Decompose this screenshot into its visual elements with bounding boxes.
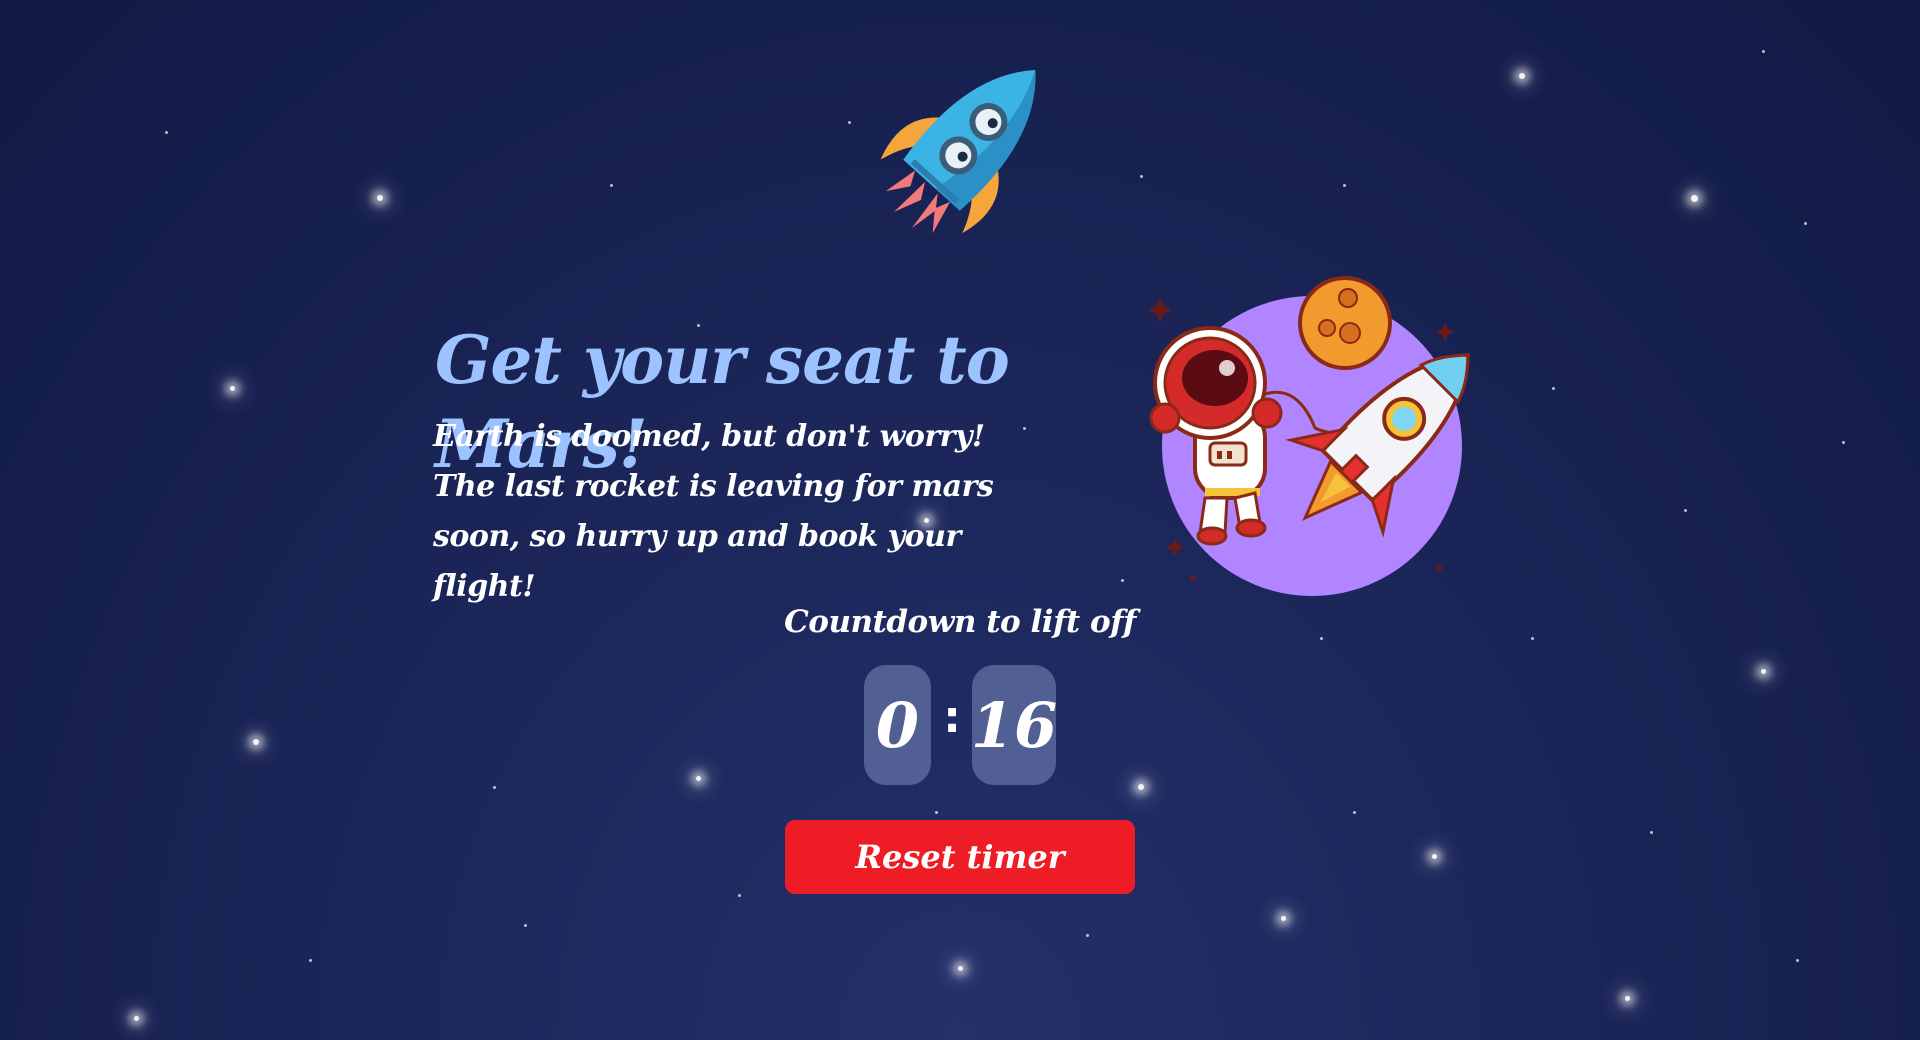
reset-timer-button[interactable]: Reset timer [785, 820, 1135, 894]
rocket-icon [880, 69, 1036, 234]
star [1624, 995, 1630, 1001]
star [308, 958, 312, 962]
star [1431, 853, 1437, 859]
star [957, 965, 963, 971]
star [164, 130, 168, 134]
star [737, 893, 741, 897]
star [253, 739, 259, 745]
star [1120, 578, 1124, 582]
star [1551, 386, 1555, 390]
star [133, 1015, 139, 1021]
intro-text: Earth is doomed, but don't worry! The la… [433, 419, 994, 604]
star [1841, 440, 1845, 444]
star [1519, 73, 1525, 79]
star [1761, 49, 1765, 53]
star [609, 183, 613, 187]
star [1319, 636, 1323, 640]
star [1795, 958, 1799, 962]
star [1138, 784, 1144, 790]
star [1760, 668, 1766, 674]
star [1683, 508, 1687, 512]
star [1085, 933, 1089, 937]
star [1280, 915, 1286, 921]
star [1649, 830, 1653, 834]
star [1139, 174, 1143, 178]
star [934, 810, 938, 814]
star [492, 785, 496, 789]
countdown-minutes: 0 [864, 665, 931, 785]
star [377, 195, 383, 201]
countdown-seconds: 16 [971, 665, 1057, 785]
star [229, 385, 235, 391]
countdown-separator: : [943, 692, 961, 743]
star [1803, 221, 1807, 225]
star [1342, 183, 1346, 187]
star [1690, 194, 1698, 202]
star [523, 923, 527, 927]
star [1352, 810, 1356, 814]
star [847, 120, 851, 124]
star [1530, 636, 1534, 640]
star [695, 775, 701, 781]
astronaut-planet-illustration [1148, 276, 1470, 596]
countdown-title: Countdown to lift off [784, 604, 1136, 640]
